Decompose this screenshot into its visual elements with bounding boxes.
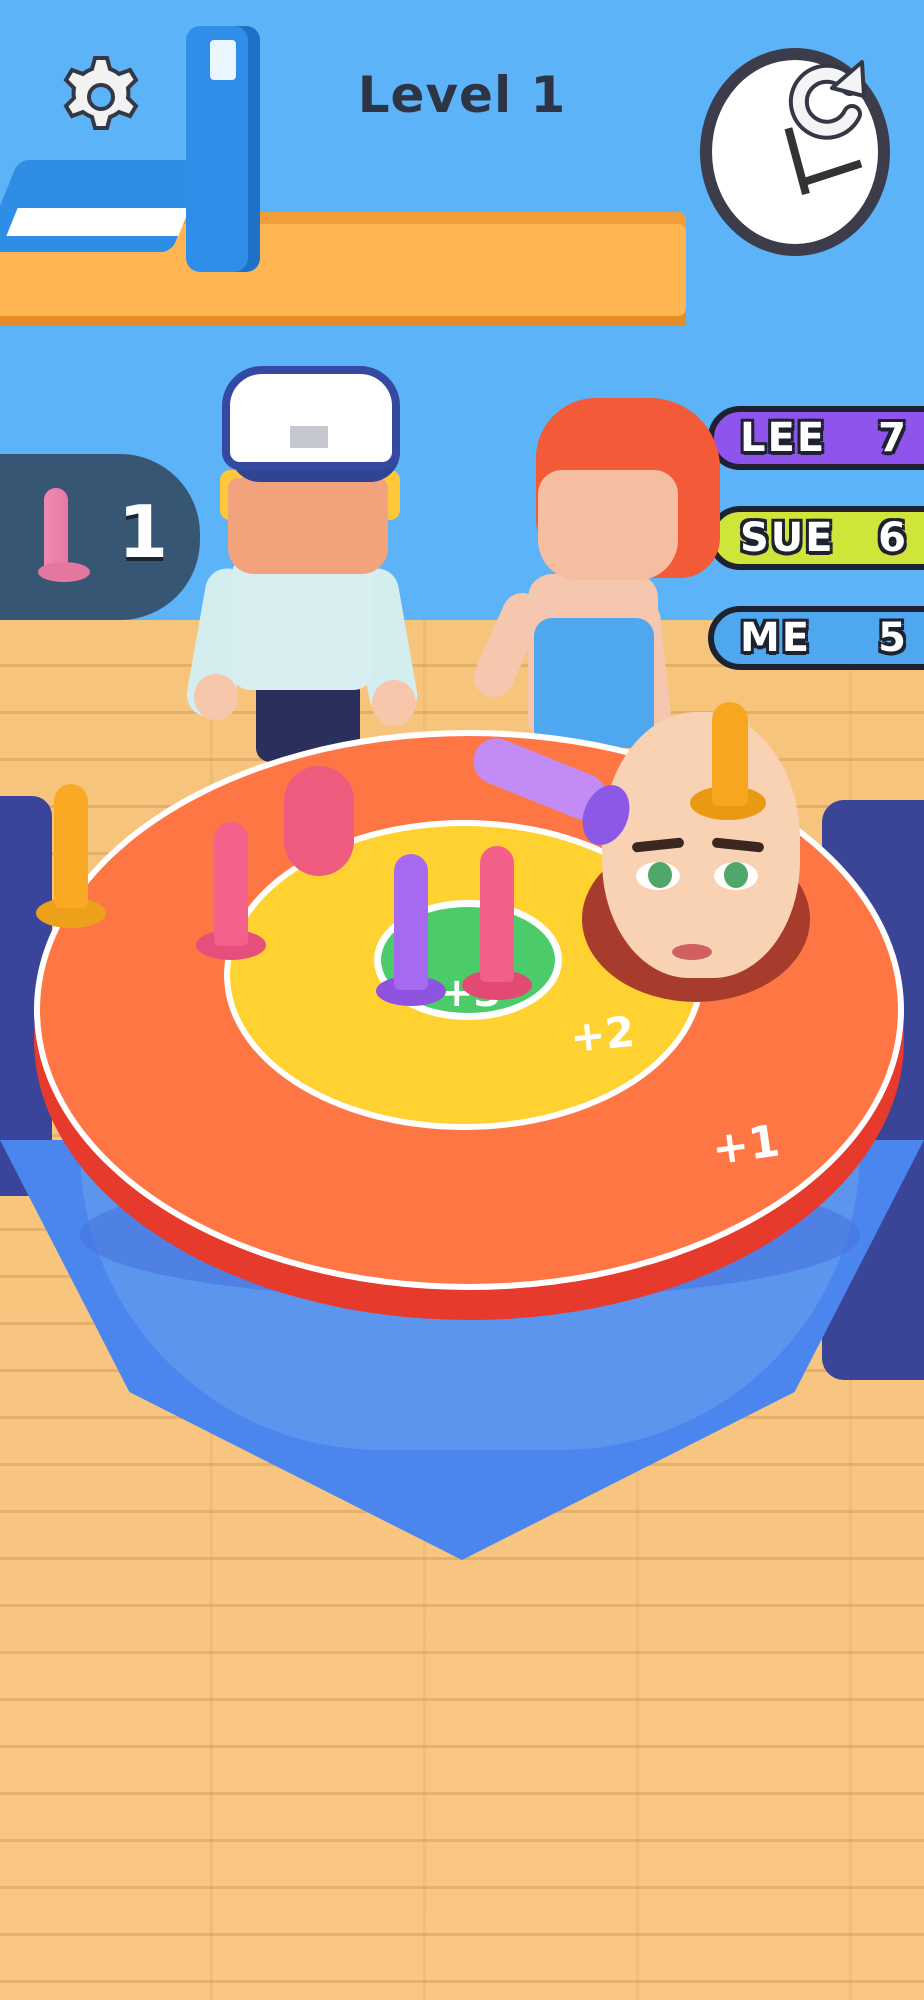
captain-body bbox=[232, 556, 372, 690]
book-pages bbox=[6, 208, 190, 236]
scoreboard-lee: LEE 7 bbox=[708, 406, 924, 470]
peg-icon bbox=[44, 488, 68, 572]
captain-hand-left bbox=[194, 674, 238, 720]
player-name: LEE bbox=[740, 415, 827, 461]
player-name: ME bbox=[740, 615, 812, 661]
captain-hand-right bbox=[372, 680, 416, 726]
pegs-remaining-panel: 1 bbox=[0, 454, 200, 620]
scoreboard-sue: SUE 6 bbox=[708, 506, 924, 570]
head-iris-right bbox=[724, 862, 748, 888]
captain-cap-badge bbox=[290, 426, 328, 448]
peg-icon-base bbox=[38, 562, 90, 582]
head-iris-left bbox=[648, 862, 672, 888]
restart-button[interactable] bbox=[780, 52, 872, 144]
woman-dress bbox=[534, 618, 654, 748]
restart-icon bbox=[780, 52, 872, 144]
woman-face bbox=[538, 470, 678, 580]
peg-pink bbox=[214, 822, 248, 946]
head-lips bbox=[672, 944, 712, 960]
peg-purple bbox=[394, 854, 428, 990]
captain-cap bbox=[222, 366, 400, 470]
player-score: 6 bbox=[878, 515, 908, 561]
pegs-remaining-count: 1 bbox=[118, 490, 169, 574]
peg-pink-center bbox=[480, 846, 514, 982]
book-standing bbox=[186, 26, 260, 272]
player-name: SUE bbox=[740, 515, 835, 561]
scoreboard-me: ME 5 bbox=[708, 606, 924, 670]
captain-face bbox=[228, 478, 388, 574]
peg-pink-flying bbox=[284, 766, 354, 876]
peg-orange bbox=[54, 784, 88, 908]
clock-minute-hand bbox=[802, 159, 863, 186]
player-score: 7 bbox=[878, 415, 908, 461]
middle-ring-points: +2 bbox=[567, 1006, 637, 1063]
peg-orange-head bbox=[712, 702, 748, 806]
player-score: 5 bbox=[878, 615, 908, 661]
outer-ring-points: +1 bbox=[708, 1115, 783, 1176]
